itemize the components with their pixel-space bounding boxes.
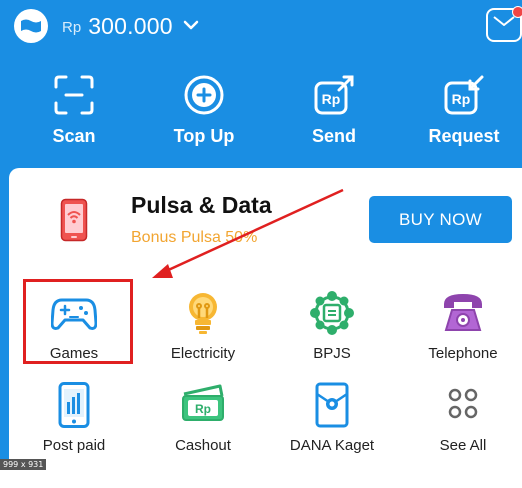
service-cashout[interactable]: Rp Cashout: [138, 382, 268, 454]
grid-dots-icon: [440, 382, 486, 428]
service-electricity[interactable]: Electricity: [138, 290, 268, 362]
action-send[interactable]: Rp Send: [279, 74, 389, 147]
promo-subtitle: Bonus Pulsa 50%: [131, 229, 258, 246]
action-request[interactable]: Rp Request: [409, 74, 519, 147]
action-label: Send: [311, 126, 356, 146]
service-label: DANA Kaget: [289, 437, 375, 454]
wallet-flag-icon: [14, 9, 48, 43]
balance-amount: 300.000: [88, 12, 173, 39]
bpjs-icon: [309, 290, 355, 336]
service-post-paid[interactable]: Post paid: [9, 382, 139, 454]
plus-circle-icon: [183, 74, 225, 116]
cashout-icon: Rp: [180, 382, 226, 428]
telephone-icon: [440, 290, 486, 336]
unread-badge: [512, 6, 522, 18]
postpaid-phone-icon: [51, 382, 97, 428]
buy-now-button[interactable]: BUY NOW: [369, 196, 512, 243]
service-label: Cashout: [175, 437, 231, 454]
scan-icon: [53, 74, 95, 116]
action-label: Request: [428, 126, 500, 146]
quick-actions: Scan Top Up Rp Send Rp Request: [0, 74, 522, 154]
service-see-all[interactable]: See All: [398, 382, 522, 454]
balance-selector[interactable]: Rp 300.000: [14, 8, 199, 44]
image-dimension-caption: 999 x 931: [0, 459, 47, 470]
chevron-down-icon: [183, 18, 199, 36]
service-telephone[interactable]: Telephone: [398, 290, 522, 362]
inbox-button[interactable]: [486, 6, 522, 42]
service-bpjs[interactable]: BPJS: [267, 290, 397, 362]
phone-wifi-icon: [60, 198, 88, 247]
service-label: Telephone: [428, 345, 498, 362]
dana-kaget-icon: [309, 382, 355, 428]
svg-text:Rp: Rp: [452, 91, 471, 107]
action-scan[interactable]: Scan: [19, 74, 129, 147]
send-money-icon: Rp: [313, 74, 355, 116]
annotation-highlight-box: [23, 279, 133, 364]
lightbulb-icon: [180, 290, 226, 336]
svg-text:Rp: Rp: [322, 91, 341, 107]
action-label: Top Up: [173, 126, 235, 146]
request-money-icon: Rp: [443, 74, 485, 116]
service-label: Post paid: [42, 437, 106, 454]
currency-label: Rp: [62, 18, 82, 36]
action-label: Scan: [52, 126, 96, 146]
action-top-up[interactable]: Top Up: [149, 74, 259, 147]
service-label: Electricity: [170, 345, 236, 362]
promo-title: Pulsa & Data: [131, 192, 272, 218]
service-label: See All: [439, 437, 487, 454]
service-label: BPJS: [313, 345, 351, 362]
mail-icon: [492, 15, 516, 36]
svg-text:Rp: Rp: [195, 402, 211, 416]
service-dana-kaget[interactable]: DANA Kaget: [267, 382, 397, 454]
